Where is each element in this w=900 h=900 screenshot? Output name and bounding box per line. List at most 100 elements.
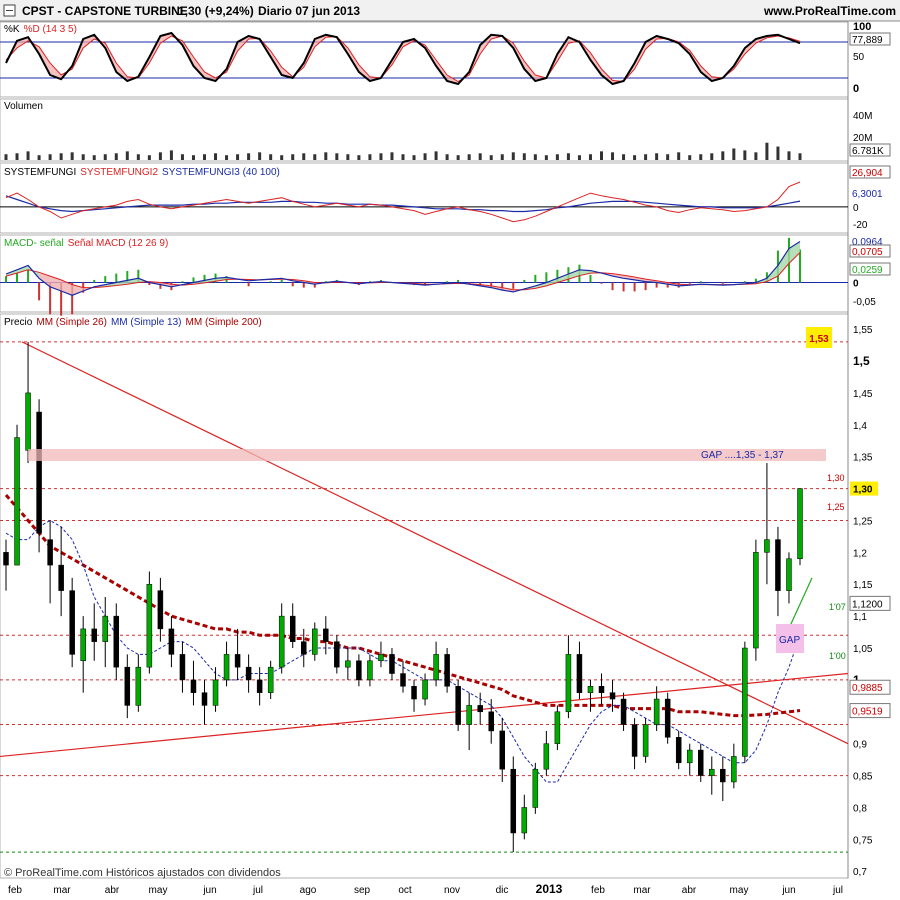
- candle-body: [168, 628, 175, 655]
- price-tick: 0,7: [853, 867, 867, 878]
- volume-bar: [125, 151, 129, 160]
- price-tick: 0,85: [853, 772, 873, 783]
- volume-bar: [390, 152, 394, 160]
- candle-body: [157, 590, 164, 630]
- candle-body: [653, 698, 660, 725]
- volume-bar: [721, 151, 725, 160]
- fungi-value-label: 26,904: [852, 168, 883, 179]
- volume-bar: [324, 152, 328, 160]
- time-axis-label: 2013: [536, 882, 563, 896]
- volume-bar: [478, 153, 482, 160]
- candle-body: [278, 615, 285, 668]
- fungi-value-label: 6,3001: [852, 189, 883, 200]
- candle-body: [91, 628, 97, 642]
- volume-bar: [633, 155, 637, 160]
- systemfungi-legend: SYSTEMFUNGI SYSTEMFUNGI2 SYSTEMFUNGI3 (40 …: [4, 167, 280, 178]
- candle-body: [36, 411, 42, 534]
- price-tick: 1,1: [853, 612, 867, 623]
- time-axis-label: may: [730, 885, 749, 896]
- candle-body: [764, 539, 770, 553]
- candle-body: [47, 539, 53, 566]
- price-tick: 1,05: [853, 644, 873, 655]
- time-axis-label: mar: [53, 885, 71, 896]
- volume-bar: [754, 152, 758, 160]
- candle-body: [146, 583, 153, 668]
- volume-bar: [225, 155, 229, 160]
- candle-body: [554, 711, 561, 744]
- candle-body: [256, 679, 263, 693]
- volume-bar: [269, 154, 273, 160]
- candle-body: [102, 615, 108, 642]
- gap-top-label: GAP ....1,35 - 1,37: [701, 450, 784, 461]
- volume-bar: [500, 154, 504, 160]
- candle-body: [345, 660, 351, 668]
- volume-bar: [59, 153, 63, 160]
- candle-body: [664, 698, 671, 738]
- volume-bar: [423, 153, 427, 160]
- volume-bar: [158, 152, 162, 160]
- volume-bar: [743, 150, 747, 160]
- candle-body: [565, 654, 572, 713]
- volume-bar: [467, 154, 471, 160]
- candle-body: [190, 679, 197, 693]
- level-label-125: 1,25: [827, 502, 845, 512]
- stoch-tick: 100: [853, 21, 871, 33]
- volume-bar: [313, 154, 317, 160]
- volume-bar: [147, 155, 151, 160]
- candle-body: [289, 615, 296, 642]
- volume-bar: [103, 154, 107, 160]
- candle-body: [686, 749, 693, 764]
- volume-bar: [511, 152, 515, 160]
- time-axis-label: jun: [781, 885, 795, 896]
- candle-body: [113, 615, 120, 668]
- chart-area: CPST - CAPSTONE TURBINE 1,30 (+9,24%) Di…: [0, 0, 900, 900]
- time-axis-label: feb: [8, 885, 22, 896]
- candle-body: [14, 437, 20, 566]
- price-tag-label: 0,9885: [852, 683, 883, 694]
- volume-bar: [191, 155, 195, 160]
- candle-body: [3, 552, 9, 566]
- site-link[interactable]: www.ProRealTime.com: [763, 4, 896, 18]
- candle-body: [488, 711, 494, 732]
- volume-bar: [15, 153, 19, 160]
- time-axis-label: dic: [496, 885, 509, 896]
- candle-body: [378, 654, 384, 662]
- time-axis-label: ago: [300, 885, 317, 896]
- time-axis-label: abr: [682, 885, 697, 896]
- resistance-label: 1,53: [809, 334, 829, 345]
- time-axis-label: mar: [633, 885, 651, 896]
- volume-bar: [335, 153, 339, 160]
- volume-bar: [48, 154, 52, 160]
- candle-body: [444, 654, 450, 687]
- volume-tick: 40M: [853, 111, 872, 122]
- candle-body: [720, 768, 726, 783]
- volume-bar: [544, 155, 548, 160]
- candle-body: [510, 768, 517, 834]
- candle-body: [620, 698, 627, 725]
- candle-body: [742, 647, 748, 757]
- time-axis-label: jul: [832, 885, 843, 896]
- volume-bar: [180, 154, 184, 160]
- candle-body: [312, 628, 318, 655]
- fungi-tick: 0: [853, 203, 859, 214]
- volume-tick: 20M: [853, 133, 872, 144]
- price-tick: 1,5: [853, 354, 870, 368]
- volume-bar: [688, 155, 692, 160]
- candle-body: [433, 654, 439, 681]
- candle-body: [477, 705, 483, 713]
- candle-body: [499, 730, 505, 770]
- level-label-100: 1'00: [829, 651, 846, 661]
- price-tick: 0,75: [853, 835, 873, 846]
- macd-legend: MACD-señal Señal MACD (12 26 9): [4, 238, 168, 249]
- stoch-tick: 0: [853, 83, 859, 95]
- candle-body: [631, 724, 638, 757]
- volume-bar: [456, 155, 460, 160]
- candle-body: [245, 666, 252, 681]
- candle-body: [223, 654, 230, 681]
- volume-bar: [302, 153, 306, 160]
- volume-bar: [412, 155, 416, 160]
- candle-body: [587, 686, 594, 693]
- candle-body: [576, 654, 583, 693]
- volume-bar: [247, 153, 251, 160]
- candle-body: [367, 660, 373, 681]
